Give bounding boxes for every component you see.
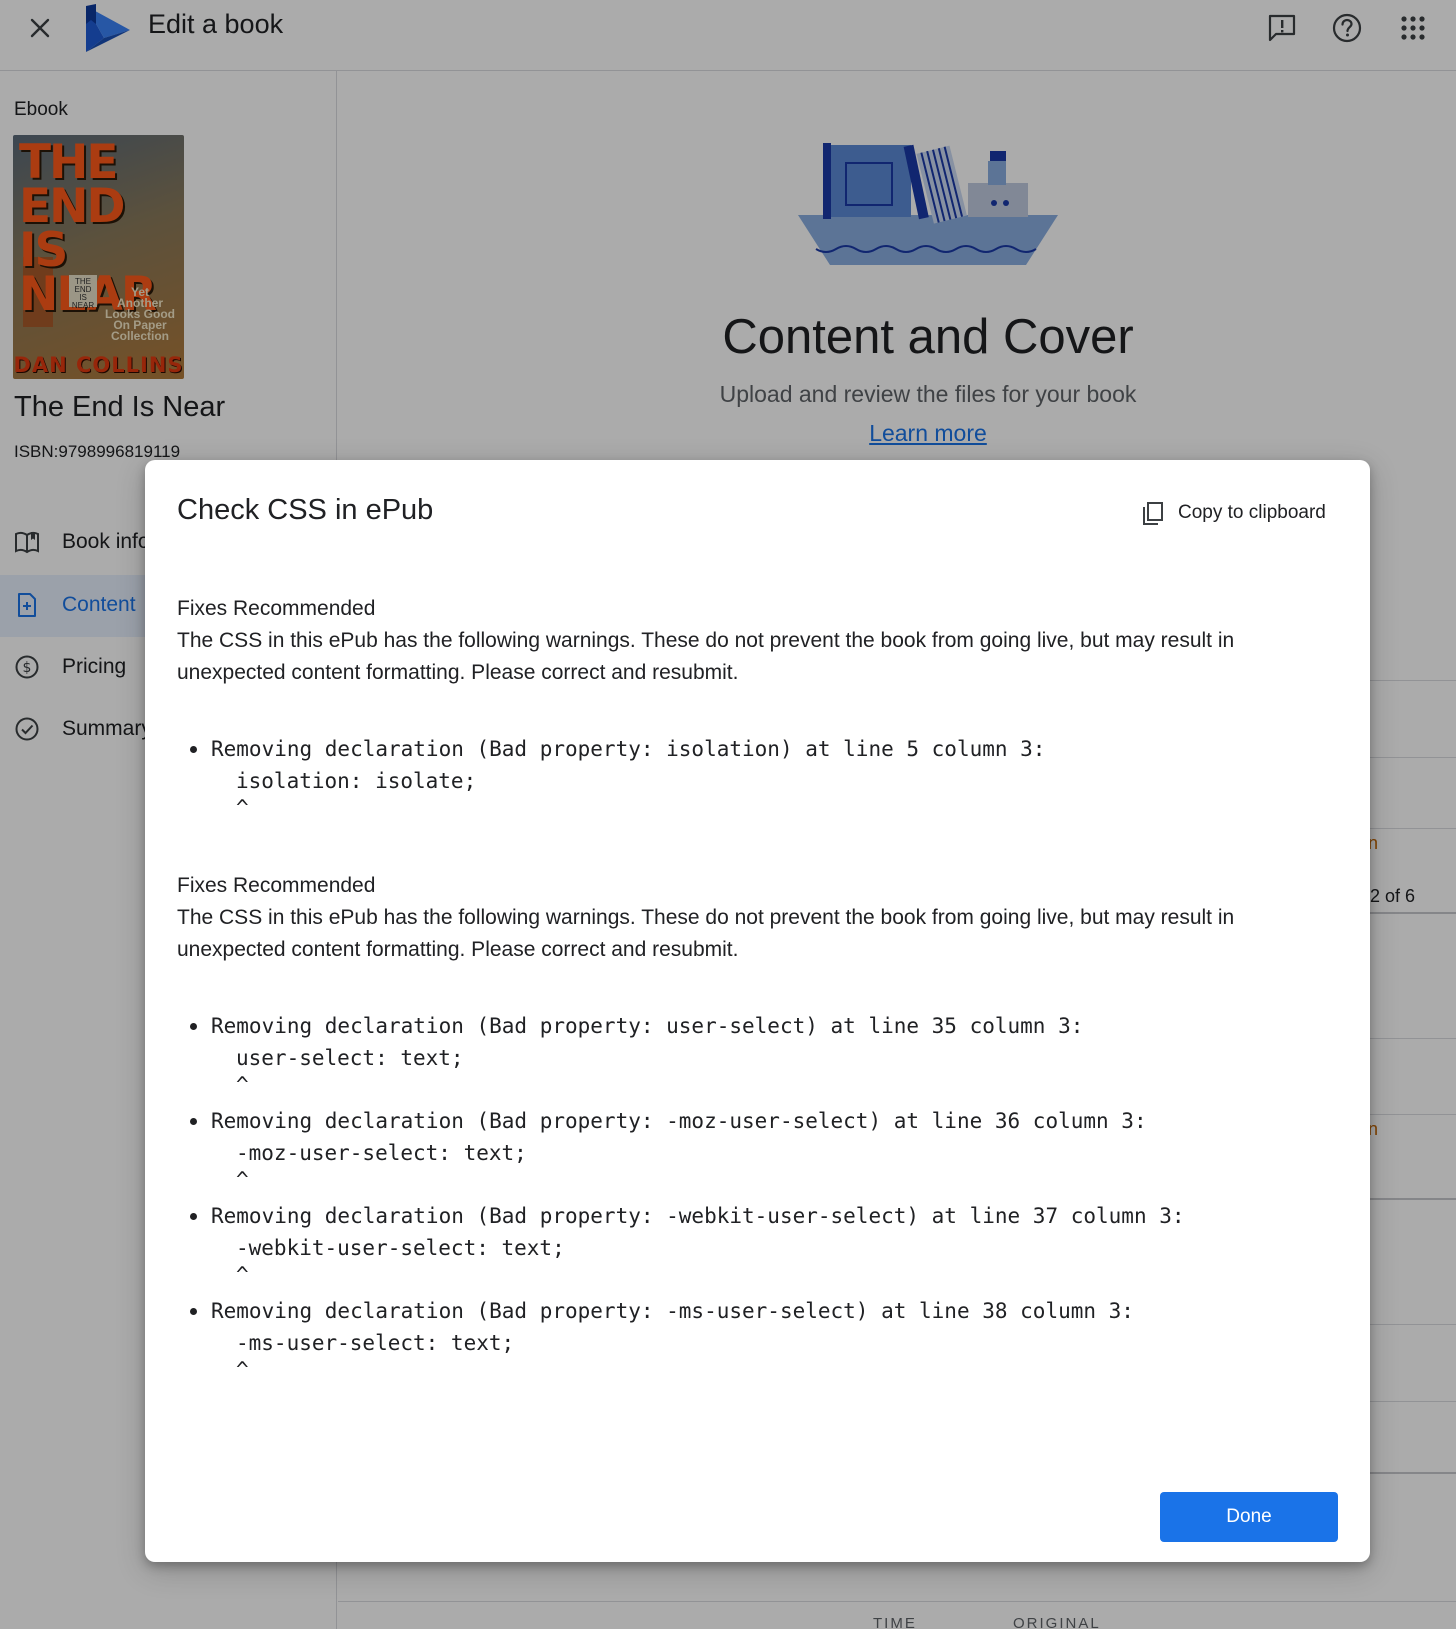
warning-caret: ^ (236, 796, 249, 820)
warning-code: user-select: text; (236, 1046, 464, 1070)
check-css-dialog: Check CSS in ePub Copy to clipboard Fixe… (145, 460, 1370, 1562)
warning-code: -ms-user-select: text; (236, 1331, 515, 1355)
warning-list: Removing declaration (Bad property: isol… (177, 733, 1327, 828)
section-heading: Fixes Recommended (177, 874, 376, 897)
section-description: The CSS in this ePub has the following w… (177, 906, 1235, 961)
app-root: Edit a book Ebook THE END IS THE END IS … (0, 0, 1456, 1629)
bullet-icon (190, 746, 197, 753)
warning-section: Fixes Recommended The CSS in this ePub h… (177, 593, 1327, 828)
section-heading: Fixes Recommended (177, 597, 376, 620)
bullet-icon (190, 1308, 197, 1315)
warning-code: -moz-user-select: text; (236, 1141, 527, 1165)
done-button[interactable]: Done (1160, 1492, 1338, 1542)
bullet-icon (190, 1023, 197, 1030)
bullet-icon (190, 1213, 197, 1220)
bullet-icon (190, 1118, 197, 1125)
warning-caret: ^ (236, 1263, 249, 1287)
warning-item: Removing declaration (Bad property: isol… (177, 733, 1327, 828)
warning-code: isolation: isolate; (236, 769, 477, 793)
warning-code: -webkit-user-select: text; (236, 1236, 565, 1260)
warning-list: Removing declaration (Bad property: user… (177, 1010, 1327, 1390)
copy-to-clipboard-button[interactable]: Copy to clipboard (1140, 498, 1345, 528)
warning-message: Removing declaration (Bad property: -ms-… (211, 1299, 1134, 1323)
warning-section: Fixes Recommended The CSS in this ePub h… (177, 870, 1327, 1390)
warning-message: Removing declaration (Bad property: -web… (211, 1204, 1185, 1228)
warning-item: Removing declaration (Bad property: user… (177, 1010, 1327, 1105)
section-description: The CSS in this ePub has the following w… (177, 629, 1235, 684)
copy-icon (1143, 502, 1163, 525)
warning-caret: ^ (236, 1168, 249, 1192)
warning-caret: ^ (236, 1358, 249, 1382)
warning-message: Removing declaration (Bad property: -moz… (211, 1109, 1147, 1133)
dialog-title: Check CSS in ePub (177, 494, 434, 526)
copy-to-clipboard-label: Copy to clipboard (1178, 502, 1326, 523)
warning-caret: ^ (236, 1073, 249, 1097)
warning-message: Removing declaration (Bad property: user… (211, 1014, 1084, 1038)
warning-message: Removing declaration (Bad property: isol… (211, 737, 1046, 761)
warning-item: Removing declaration (Bad property: -ms-… (177, 1295, 1327, 1390)
warning-item: Removing declaration (Bad property: -moz… (177, 1105, 1327, 1200)
warning-item: Removing declaration (Bad property: -web… (177, 1200, 1327, 1295)
